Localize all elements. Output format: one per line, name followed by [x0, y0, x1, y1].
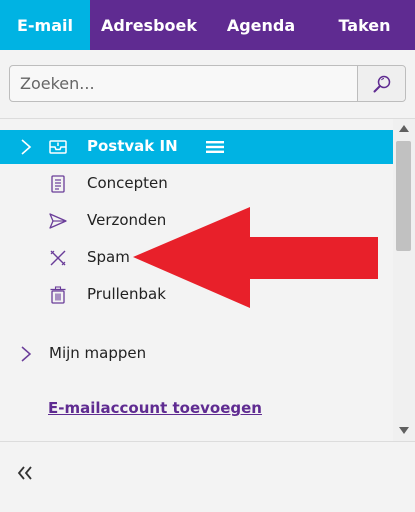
divider — [0, 441, 415, 442]
my-folders-item[interactable]: Mijn mappen — [0, 337, 393, 371]
tab-adresboek[interactable]: Adresboek — [90, 0, 208, 50]
scroll-down-arrow-icon[interactable] — [399, 427, 409, 434]
double-chevron-left-icon — [17, 466, 32, 480]
trash-icon — [50, 286, 66, 304]
hamburger-menu-icon[interactable] — [205, 140, 225, 154]
top-navigation: E-mail Adresboek Agenda Taken — [0, 0, 415, 50]
tab-agenda[interactable]: Agenda — [208, 0, 314, 50]
collapse-sidebar-button[interactable] — [16, 463, 40, 487]
search-icon — [373, 75, 390, 92]
folder-item-concepten[interactable]: Concepten — [0, 167, 393, 201]
my-folders-label: Mijn mappen — [49, 344, 147, 362]
send-icon — [49, 213, 67, 229]
folder-label: Postvak IN — [87, 137, 178, 155]
tab-email[interactable]: E-mail — [0, 0, 90, 50]
folder-item-postvak-in[interactable]: Postvak IN — [0, 130, 393, 164]
folder-label: Concepten — [87, 174, 168, 192]
search-box — [9, 65, 406, 102]
folder-label: Spam — [87, 248, 130, 266]
scrollbar[interactable] — [393, 119, 415, 441]
annotation-arrow-icon — [133, 207, 378, 308]
search-input[interactable] — [10, 66, 357, 101]
draft-icon — [51, 175, 65, 193]
spam-icon — [50, 250, 66, 266]
search-button[interactable] — [357, 66, 405, 101]
chevron-right-icon[interactable] — [20, 139, 32, 155]
add-email-account-link[interactable]: E-mailaccount toevoegen — [48, 399, 262, 417]
tab-taken[interactable]: Taken — [314, 0, 415, 50]
chevron-right-icon[interactable] — [20, 346, 32, 362]
scrollbar-thumb[interactable] — [396, 141, 411, 251]
inbox-icon — [49, 140, 67, 154]
scroll-up-arrow-icon[interactable] — [399, 125, 409, 132]
